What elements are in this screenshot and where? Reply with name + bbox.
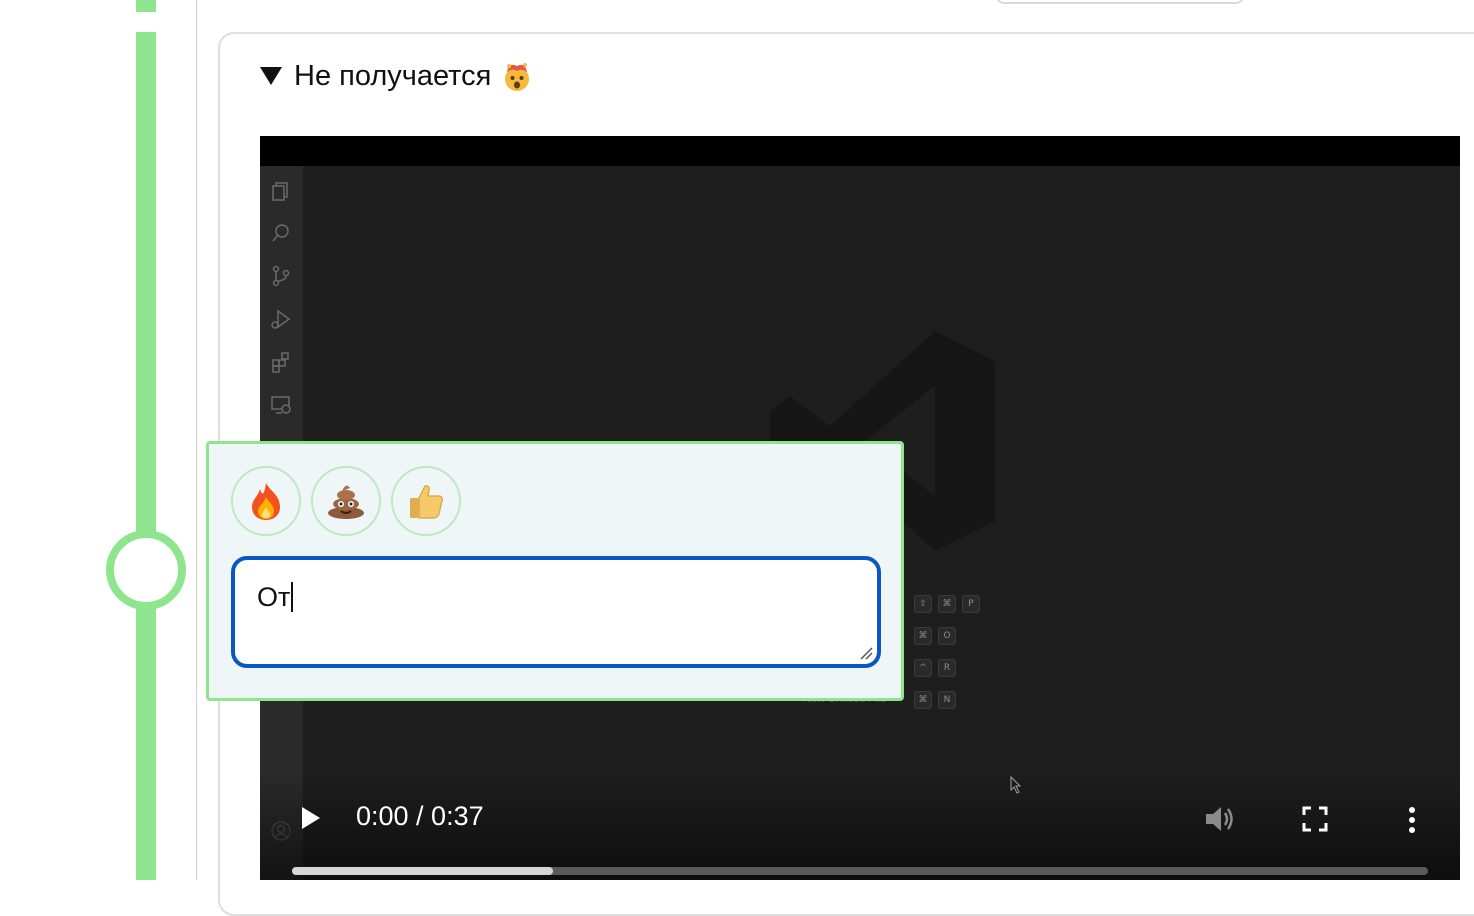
shortcut-keys-1: ⇧ ⌘ P (914, 595, 980, 613)
summary-title: Не получается (294, 59, 492, 92)
page-divider (196, 0, 197, 880)
key: ^ (914, 659, 932, 677)
fire-icon (252, 483, 280, 520)
thumbs-up-icon (410, 485, 443, 519)
reaction-poop-button[interactable] (311, 466, 381, 536)
remote-explorer-icon (271, 396, 291, 414)
details-summary[interactable]: Не получается (260, 56, 533, 96)
source-control-icon (272, 265, 290, 287)
extensions-icon (272, 352, 289, 373)
comment-text: От (257, 582, 294, 613)
shortcut-keys-2: ⌘ O (914, 627, 956, 645)
video-letterbox (260, 136, 1460, 166)
reaction-fire-button[interactable] (231, 466, 301, 536)
play-button[interactable] (302, 807, 320, 829)
key: ⌘ (938, 595, 956, 613)
run-debug-icon (271, 309, 291, 329)
video-progress-fill (292, 867, 554, 875)
reaction-popup: От (206, 441, 904, 701)
key: P (962, 595, 980, 613)
top-tab[interactable] (996, 0, 1244, 4)
video-time: 0:00 / 0:37 (356, 801, 484, 831)
fullscreen-icon[interactable] (1302, 806, 1328, 832)
key: O (938, 627, 956, 645)
exploding-head-icon (501, 60, 533, 92)
shortcut-keys-4: ⌘ N (914, 691, 956, 709)
key: ⌘ (914, 691, 932, 709)
key: ⌘ (914, 627, 932, 645)
key: R (938, 659, 956, 677)
poop-icon (328, 485, 364, 519)
comment-textarea[interactable]: От (231, 556, 881, 668)
files-icon (272, 182, 288, 201)
more-options-icon[interactable] (1404, 805, 1420, 835)
timeline-line (136, 32, 156, 880)
shortcut-keys-3: ^ R (914, 659, 956, 677)
disclosure-triangle-icon (260, 67, 282, 85)
video-progress-bar[interactable] (292, 867, 1428, 875)
timeline-node (106, 530, 186, 610)
resize-handle-icon[interactable] (859, 646, 873, 660)
key: N (938, 691, 956, 709)
timeline-segment-top (136, 0, 156, 12)
reaction-thumbs-up-button[interactable] (391, 466, 461, 536)
search-icon (272, 224, 289, 242)
volume-icon[interactable] (1204, 804, 1236, 834)
key: ⇧ (914, 595, 932, 613)
